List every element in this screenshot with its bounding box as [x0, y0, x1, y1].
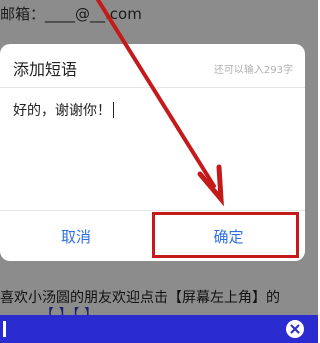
bottom-bar	[0, 315, 318, 343]
char-counter: 还可以输入293字	[213, 65, 293, 76]
phrase-input[interactable]: 好的，谢谢你！	[0, 88, 305, 210]
confirm-button[interactable]: 确定	[152, 211, 305, 261]
add-phrase-dialog: 添加短语 还可以输入293字 好的，谢谢你！ 取消 确定	[0, 44, 305, 261]
close-circle-icon[interactable]	[286, 320, 304, 338]
bar-mark	[3, 321, 6, 337]
close-icon	[290, 324, 300, 334]
phrase-input-value: 好的，谢谢你！	[13, 103, 111, 119]
phrase-input-text: 好的，谢谢你！	[13, 100, 114, 120]
text-caret	[113, 102, 114, 118]
cancel-button[interactable]: 取消	[0, 211, 152, 261]
dialog-title: 添加短语	[13, 60, 78, 79]
